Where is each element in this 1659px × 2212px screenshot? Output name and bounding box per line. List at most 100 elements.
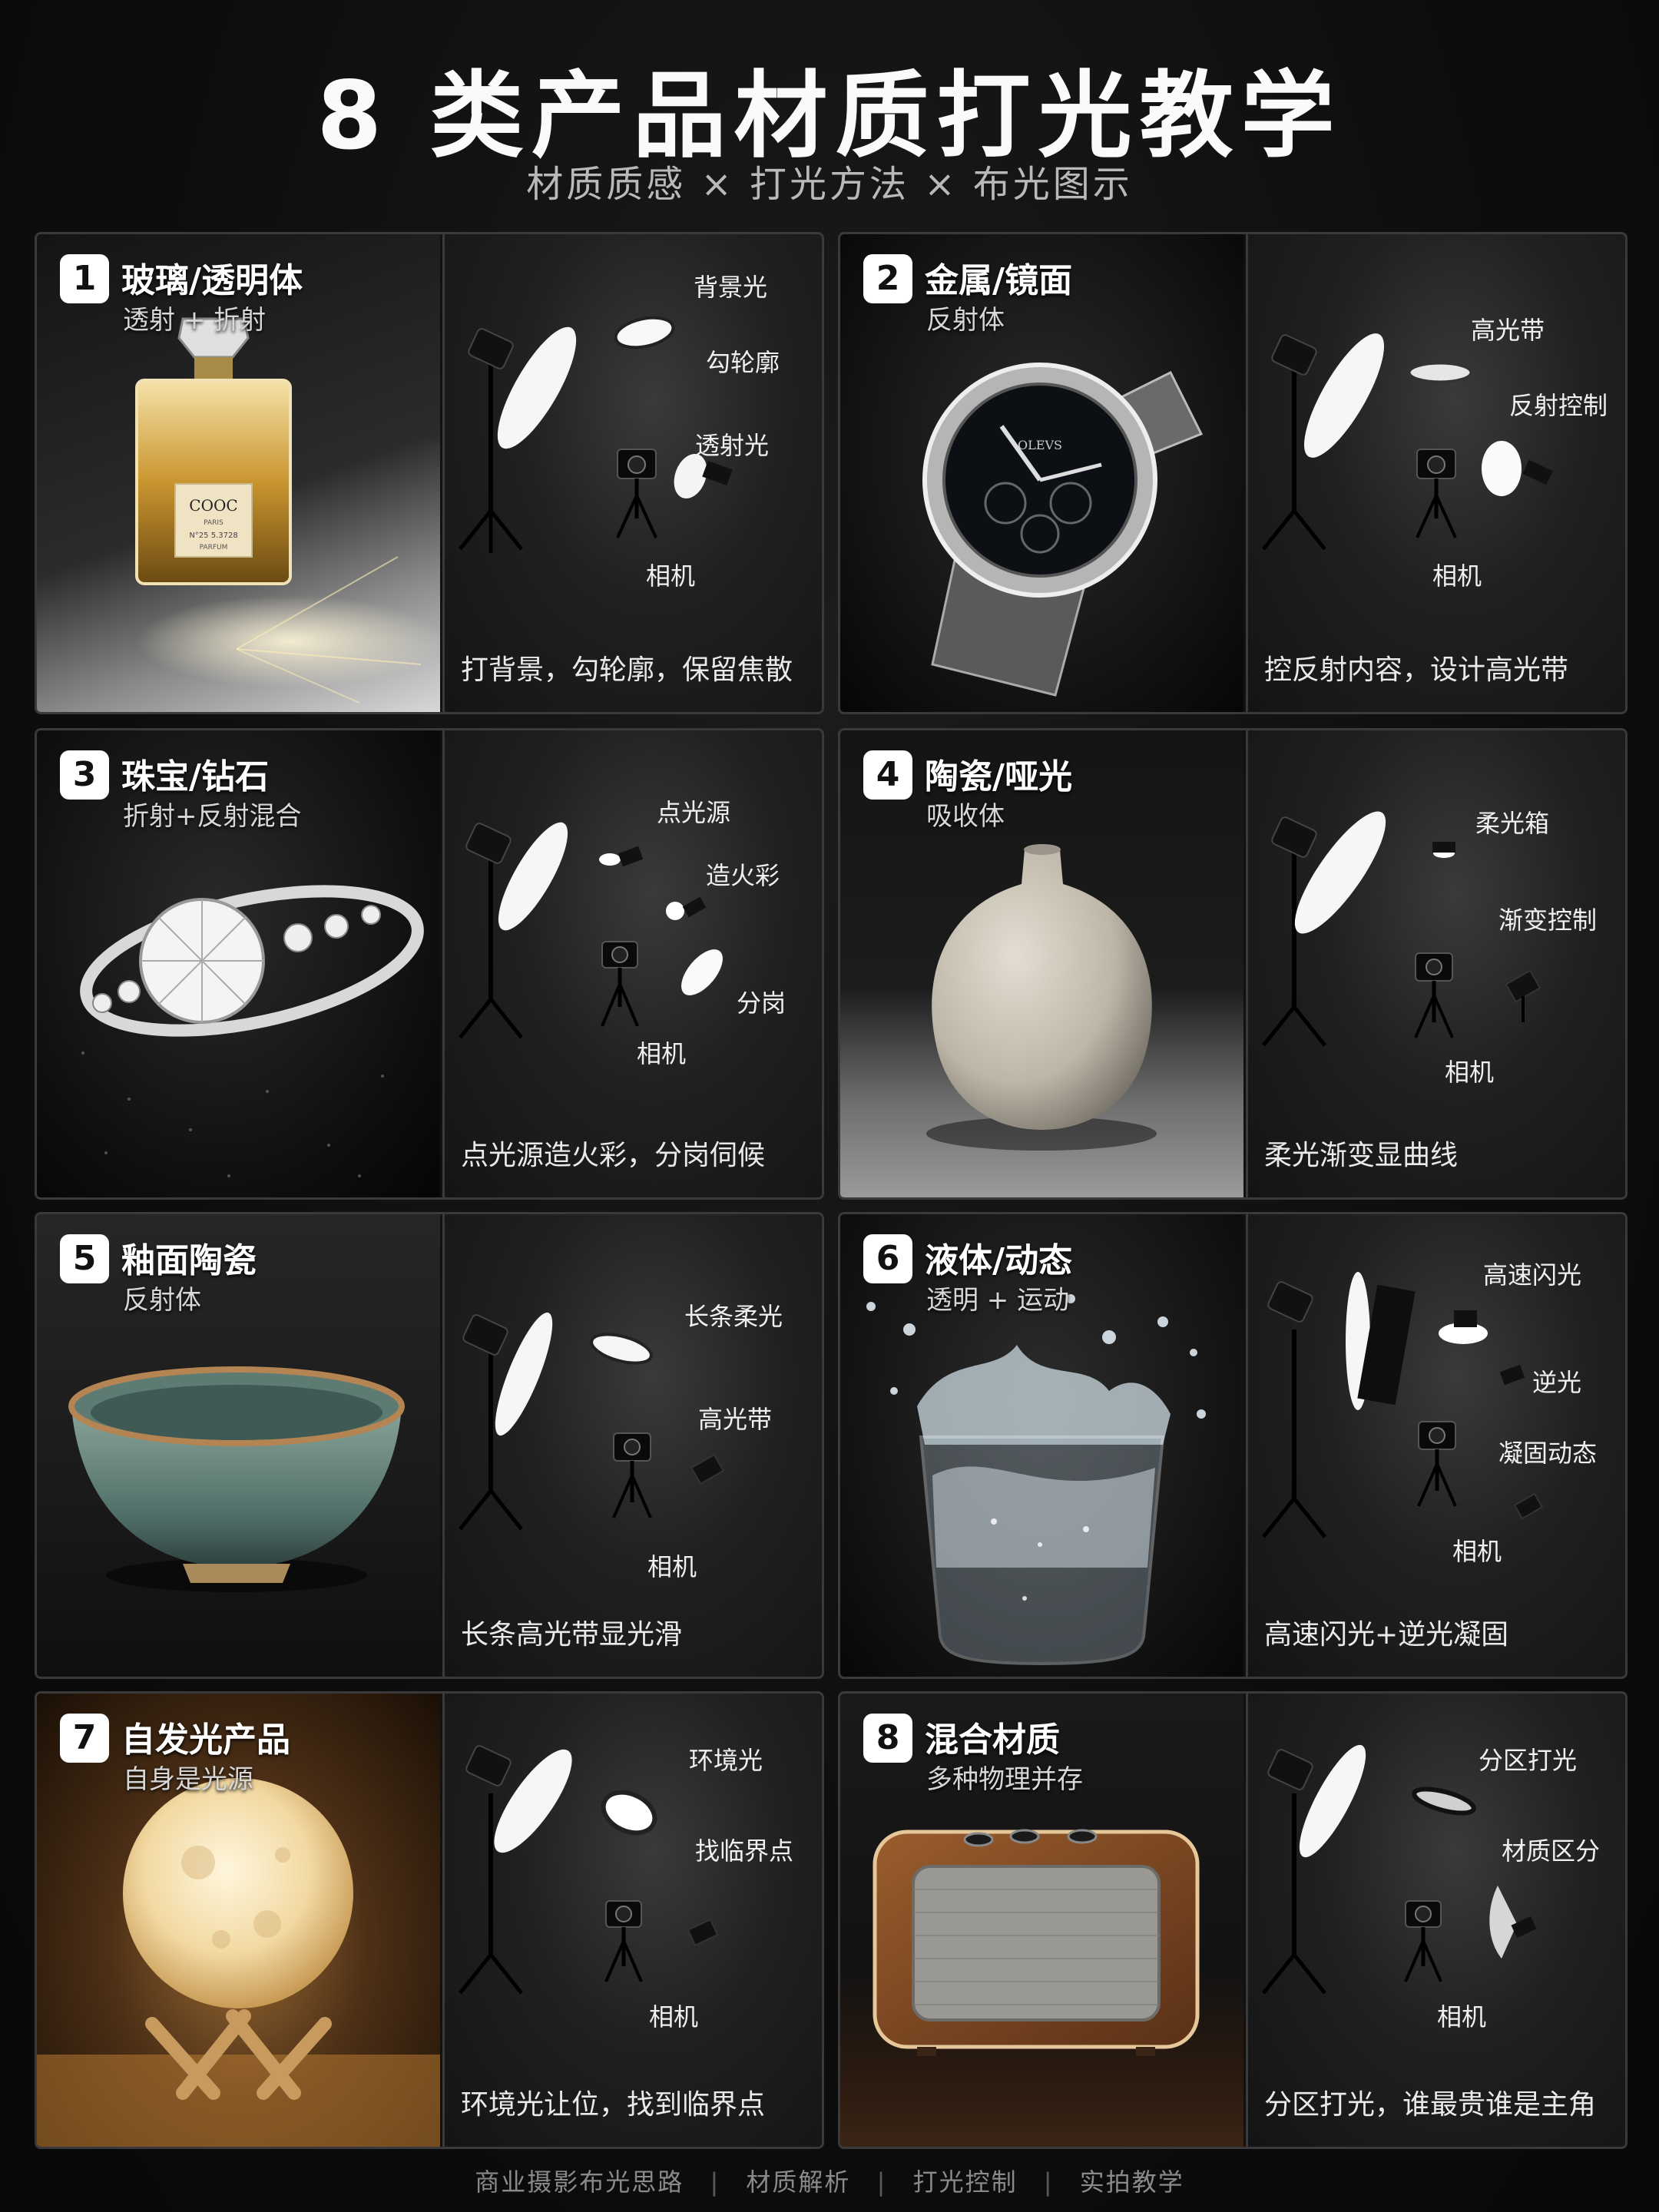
label-highlight-strip: 高光带 xyxy=(698,1405,773,1434)
card-number: 6 xyxy=(863,1234,912,1283)
footer-item: 打光控制 xyxy=(912,2167,1018,2197)
key-light-stand xyxy=(1262,1272,1416,1538)
card-number: 3 xyxy=(60,750,109,800)
separate-light xyxy=(681,949,723,995)
label-camera: 相机 xyxy=(1437,2002,1487,2032)
key-light-stand xyxy=(459,1312,553,1531)
card-caption: 控反射内容，设计高光带 xyxy=(1264,654,1569,686)
freeze-light xyxy=(1513,1492,1544,1520)
perfume-logo: COOC xyxy=(189,496,237,515)
footer-item: 商业摄影布光思路 xyxy=(475,2167,684,2197)
card-subtitle: 自身是光源 xyxy=(123,1764,253,1795)
lighting-diagram: 高光带 反射控制 相机 xyxy=(1246,234,1625,712)
camera-icon xyxy=(1416,449,1457,538)
card-jewelry: 3 珠宝/钻石 折射+反射混合 点光源 造火彩 分岗 相机 点光源造火彩，分岗伺… xyxy=(35,728,824,1200)
card-caption: 长条高光带显光滑 xyxy=(461,1619,683,1651)
softbox xyxy=(1432,842,1455,858)
label-softbox: 柔光箱 xyxy=(1475,809,1550,838)
card-number: 1 xyxy=(60,254,109,303)
card-mixed-material: 8 混合材质 多种物理并存 分区打光 材质区分 相机 分区打光，谁最贵谁是主角 xyxy=(838,1691,1628,2149)
key-light-stand xyxy=(1262,333,1384,551)
threshold-flag xyxy=(687,1918,719,1947)
lighting-diagram: 分区打光 材质区分 相机 xyxy=(1246,1694,1625,2147)
footer-item: 材质解析 xyxy=(746,2167,851,2197)
back-light xyxy=(614,316,675,349)
key-light-stand xyxy=(459,822,568,1039)
photo-watch: OLEVS xyxy=(840,234,1243,712)
key-light-stand xyxy=(1262,811,1386,1047)
label-camera: 相机 xyxy=(646,561,696,591)
card-title: 陶瓷/哑光 xyxy=(925,757,1073,796)
footer-separator: | xyxy=(710,2167,720,2197)
strip-softbox xyxy=(590,1333,653,1365)
camera-icon xyxy=(1404,1900,1442,1982)
material-separator xyxy=(1489,1886,1537,1959)
card-caption: 环境光让位，找到临界点 xyxy=(461,2089,766,2121)
card-title: 混合材质 xyxy=(925,1720,1060,1760)
lighting-diagram: 高速闪光 逆光 凝固动态 相机 xyxy=(1246,1214,1625,1677)
label-threshold: 找临界点 xyxy=(695,1836,794,1866)
card-self-lit: 7 自发光产品 自身是光源 环境光 找临界点 相机 环境光让位，找到临界点 xyxy=(35,1691,824,2149)
lighting-diagram: 背景光 勾轮廓 透射光 相机 xyxy=(442,234,822,712)
card-title: 自发光产品 xyxy=(121,1720,290,1760)
label-camera: 相机 xyxy=(649,2002,699,2032)
card-title: 釉面陶瓷 xyxy=(121,1241,257,1280)
label-reflection-control: 反射控制 xyxy=(1509,391,1608,420)
label-point-source: 点光源 xyxy=(657,798,731,827)
key-light-stand xyxy=(1262,1744,1366,1995)
photo-vase xyxy=(840,730,1243,1197)
footer-item: 实拍教学 xyxy=(1079,2167,1184,2197)
card-glazed-ceramic: 5 釉面陶瓷 反射体 长条柔光 高光带 相机 长条高光带显光滑 xyxy=(35,1212,824,1679)
highlight-flag xyxy=(690,1453,725,1485)
high-speed-flash xyxy=(1439,1310,1488,1344)
footer-separator: | xyxy=(1043,2167,1054,2197)
label-camera: 相机 xyxy=(637,1039,687,1068)
label-rim: 勾轮廓 xyxy=(706,348,780,377)
label-zone-lighting: 分区打光 xyxy=(1479,1746,1578,1775)
card-metal: OLEVS 2 金属/镜面 反射体 高光带 反射控制 相机 控反射内容，设计高光… xyxy=(838,232,1628,714)
card-caption: 点光源造火彩，分岗伺候 xyxy=(461,1140,766,1171)
label-high-speed-flash: 高速闪光 xyxy=(1483,1260,1582,1290)
label-camera: 相机 xyxy=(647,1552,697,1581)
label-camera: 相机 xyxy=(1452,1537,1502,1566)
lighting-diagram: 柔光箱 渐变控制 相机 xyxy=(1246,730,1625,1197)
card-title: 金属/镜面 xyxy=(925,261,1073,300)
key-light-stand xyxy=(459,1745,572,1995)
lighting-diagram: 环境光 找临界点 相机 xyxy=(442,1694,822,2147)
watch-logo: OLEVS xyxy=(1018,438,1062,452)
strip-highlight xyxy=(1408,362,1472,383)
card-title: 液体/动态 xyxy=(925,1241,1073,1280)
card-caption: 打背景，勾轮廓，保留焦散 xyxy=(461,654,793,686)
card-title: 珠宝/钻石 xyxy=(121,757,270,796)
camera-icon xyxy=(1414,952,1454,1038)
label-gradient-control: 渐变控制 xyxy=(1498,906,1598,935)
perfume-logo-line3: PARFUM xyxy=(200,544,228,551)
reflector xyxy=(1482,441,1553,496)
card-number: 2 xyxy=(863,254,912,303)
label-backlight: 逆光 xyxy=(1532,1368,1582,1397)
footer-separator: | xyxy=(876,2167,887,2197)
camera-icon xyxy=(612,1432,652,1518)
camera-icon xyxy=(616,449,657,538)
card-subtitle: 透射 + 折射 xyxy=(123,305,267,336)
label-back-light: 背景光 xyxy=(694,273,768,302)
card-subtitle: 反射体 xyxy=(123,1285,201,1316)
spot-light xyxy=(599,846,644,867)
label-separate: 分岗 xyxy=(737,988,786,1018)
label-sparkle: 造火彩 xyxy=(706,861,780,890)
key-light-stand xyxy=(459,326,577,553)
card-caption: 柔光渐变显曲线 xyxy=(1264,1140,1459,1171)
card-subtitle: 吸收体 xyxy=(926,801,1005,832)
label-transmit-light: 透射光 xyxy=(695,431,770,460)
ambient-light xyxy=(601,1790,657,1836)
card-number: 7 xyxy=(60,1714,109,1763)
perfume-logo-line2: N°25 5.3728 xyxy=(189,531,237,540)
camera-icon xyxy=(601,941,639,1027)
card-subtitle: 透明 + 运动 xyxy=(926,1285,1070,1316)
gradient-flag xyxy=(1505,969,1541,1022)
backlight xyxy=(1499,1364,1525,1386)
sparkle-light xyxy=(666,896,707,920)
card-subtitle: 反射体 xyxy=(926,305,1005,336)
camera-icon xyxy=(1417,1421,1457,1507)
card-liquid: 6 液体/动态 透明 + 运动 高速闪光 逆光 凝固动态 相机 高速闪光+逆光凝… xyxy=(838,1212,1628,1679)
